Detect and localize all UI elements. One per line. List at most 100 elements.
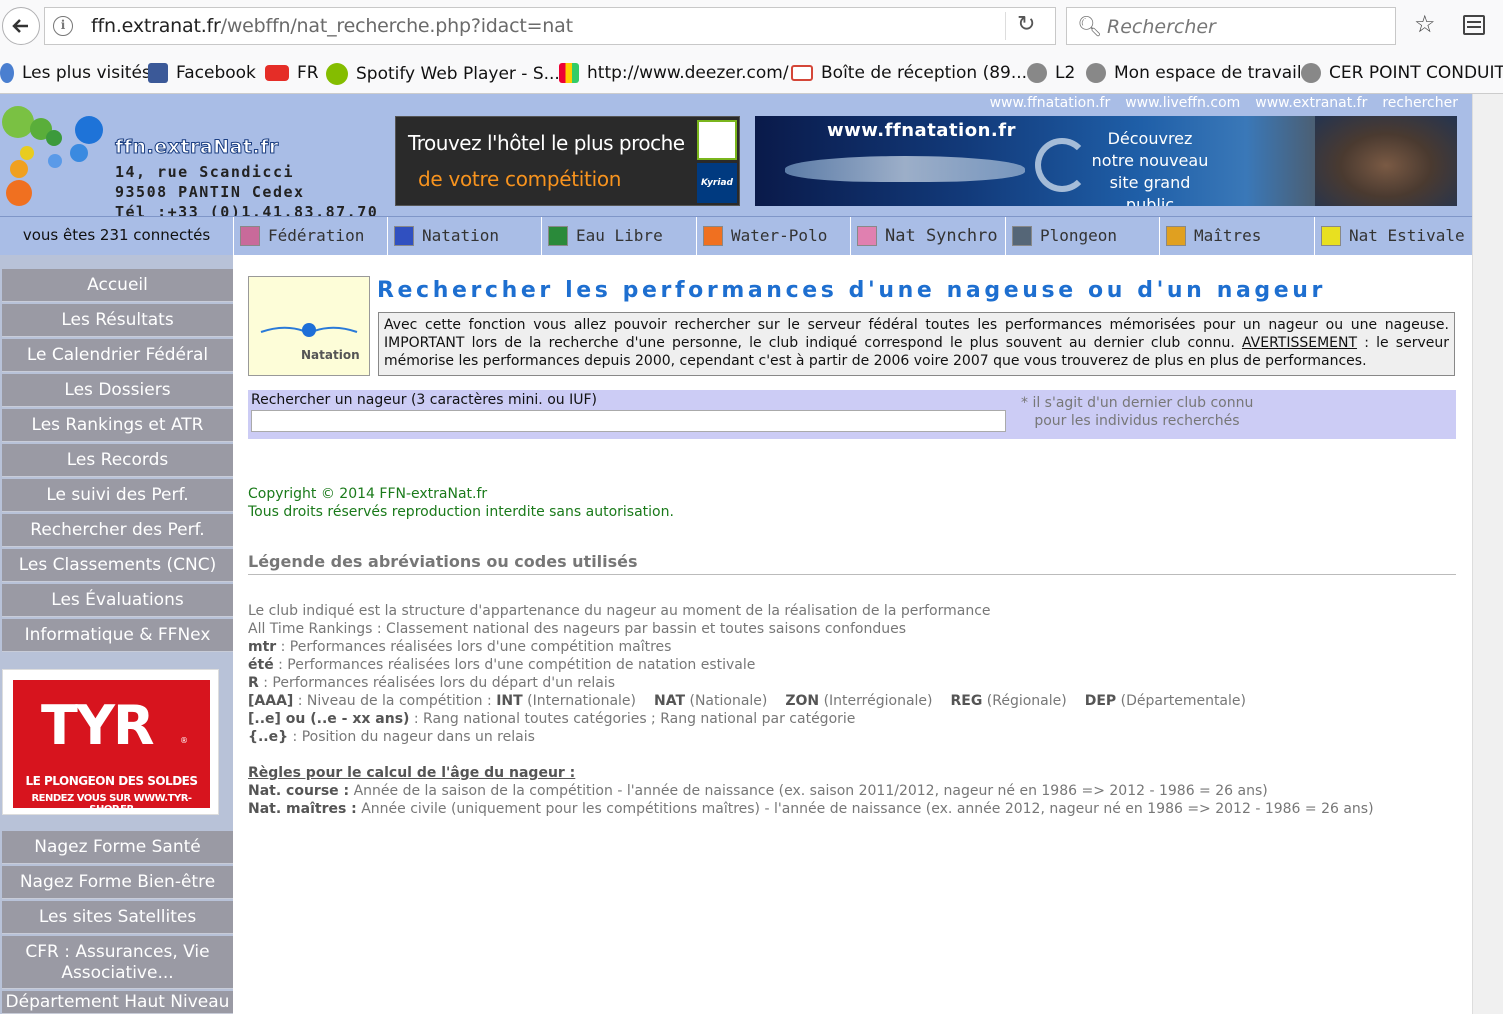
link-ffnatation[interactable]: www.ffnatation.fr (990, 95, 1111, 111)
search-icon: 🔍︎ (1077, 14, 1103, 38)
swimmer-face-image (1315, 116, 1457, 206)
swimmer-search-input[interactable] (251, 410, 1006, 432)
swimmer-icon (260, 323, 358, 337)
description-box: Avec cette fonction vous allez pouvoir r… (378, 312, 1455, 376)
tab-nat-estivale[interactable]: Nat Estivale (1314, 217, 1472, 255)
legend-title: Légende des abréviations ou codes utilis… (248, 552, 638, 571)
search-label: Rechercher un nageur (3 caractères mini.… (251, 392, 597, 408)
tab-nat-synchro[interactable]: Nat Synchro (850, 217, 1005, 255)
main-content: Natation Rechercher les performances d'u… (233, 255, 1472, 1014)
bookmark-cer[interactable]: CER POINT CONDUIT (1301, 63, 1503, 83)
hotel-ad-banner[interactable]: Trouvez l'hôtel le plus proche de votre … (395, 116, 740, 206)
search-placeholder: Rechercher (1107, 16, 1216, 38)
masters-icon (1166, 226, 1186, 246)
ffnatation-ad-banner[interactable]: www.ffnatation.fr Découvrez notre nouvea… (755, 116, 1457, 206)
globe-icon (1086, 63, 1106, 83)
summer-icon (1321, 226, 1341, 246)
link-liveffn[interactable]: www.liveffn.com (1125, 95, 1240, 111)
kyriad-logo: Kyriad (697, 163, 737, 203)
natation-badge: Natation (248, 276, 370, 376)
tab-water-polo[interactable]: Water-Polo (696, 217, 850, 255)
web-page: www.ffnatation.fr www.liveffn.com www.extr… (0, 94, 1472, 1014)
federation-icon (240, 226, 260, 246)
bookmark-workspace[interactable]: Mon espace de travail (1086, 63, 1302, 83)
site-logo[interactable]: ffn.extraNat.fr 14, rue Scandicci 93508 … (0, 104, 377, 221)
info-icon[interactable]: i (53, 16, 73, 36)
bookmark-youtube[interactable]: FR (265, 63, 319, 83)
sidebar-item-resultats[interactable]: Les Résultats (2, 304, 233, 337)
deezer-icon (559, 63, 579, 83)
sidebar-item-satellites[interactable]: Les sites Satellites (2, 901, 233, 934)
sidebar-item-suivi[interactable]: Le suivi des Perf. (2, 479, 233, 512)
open-water-icon (548, 226, 568, 246)
globe-icon (1027, 63, 1047, 83)
top-links: www.ffnatation.fr www.liveffn.com www.extr… (975, 95, 1458, 111)
connected-count: vous êtes 231 connectés (0, 217, 233, 255)
sidebar-item-informatique[interactable]: Informatique & FFNex (2, 619, 233, 652)
bookmark-star-icon[interactable]: ☆ (1414, 10, 1436, 38)
sidebar-item-cfr[interactable]: CFR : Assurances, Vie Associative... (2, 936, 233, 989)
bookmarks-toolbar: Les plus visités Facebook FR Spotify Web… (0, 54, 1503, 94)
url-text[interactable]: ffn.extranat.fr/webffn/nat_recherche.php… (91, 15, 573, 37)
address: 14, rue Scandicci 93508 PANTIN Cedex Tél… (115, 163, 379, 221)
water-polo-icon (703, 226, 723, 246)
sidebar-item-classements[interactable]: Les Classements (CNC) (2, 549, 233, 582)
sidebar-item-forme-bien-etre[interactable]: Nagez Forme Bien-être (2, 866, 233, 899)
tyr-ad[interactable]: TYR ® LE PLONGEON DES SOLDES RENDEZ VOUS… (2, 669, 219, 815)
sidebar-item-evaluations[interactable]: Les Évaluations (2, 584, 233, 617)
copyright: Copyright © 2014 FFN-extraNat.fr Tous dr… (248, 486, 674, 520)
brand-name: ffn.extraNat.fr (115, 136, 279, 159)
spotify-icon (326, 63, 348, 85)
sidebar-item-accueil[interactable]: Accueil (2, 269, 233, 302)
site-header: www.ffnatation.fr www.liveffn.com www.extr… (0, 94, 1472, 221)
divider (248, 574, 1456, 575)
globe-icon (1301, 63, 1321, 83)
scrollbar[interactable] (1472, 94, 1503, 1014)
legend: Le club indiqué est la structure d'appar… (248, 603, 1246, 745)
bookmark-spotify[interactable]: Spotify Web Player - S... (326, 63, 560, 85)
bookmark-gmail[interactable]: Boîte de réception (89... (791, 63, 1027, 83)
diving-icon (1012, 226, 1032, 246)
search-panel: Rechercher un nageur (3 caractères mini.… (248, 390, 1456, 439)
gear-icon (0, 63, 14, 83)
tab-natation[interactable]: Natation (387, 217, 541, 255)
tab-eau-libre[interactable]: Eau Libre (541, 217, 696, 255)
back-button[interactable] (2, 7, 40, 45)
page-title: Rechercher les performances d'une nageus… (377, 278, 1326, 303)
bookmark-facebook[interactable]: Facebook (148, 63, 256, 83)
warning-link[interactable]: AVERTISSEMENT (1242, 335, 1357, 351)
link-extranat[interactable]: www.extranat.fr (1255, 95, 1367, 111)
tab-federation[interactable]: Fédération (233, 217, 387, 255)
sidebar: Accueil Les Résultats Le Calendrier Fédé… (0, 255, 233, 1014)
gmail-icon (791, 65, 813, 81)
browser-toolbar: i ffn.extranat.fr/webffn/nat_recherche.p… (0, 0, 1503, 54)
bookmark-most-visited[interactable]: Les plus visités (0, 63, 151, 83)
sidebar-item-rankings[interactable]: Les Rankings et ATR (2, 409, 233, 442)
arrow-left-icon (12, 19, 28, 33)
sidebar-item-calendrier[interactable]: Le Calendrier Fédéral (2, 339, 233, 372)
ffn-logo-icon (1035, 138, 1089, 192)
bookmark-l2[interactable]: L2 (1027, 63, 1075, 83)
url-bar[interactable]: i ffn.extranat.fr/webffn/nat_recherche.p… (44, 7, 1056, 45)
tyr-logo: TYR (41, 694, 155, 757)
sidebar-item-dossiers[interactable]: Les Dossiers (2, 374, 233, 407)
swimmer-image (785, 156, 1025, 182)
library-icon[interactable] (1463, 15, 1485, 35)
youtube-icon (265, 65, 289, 81)
age-rules: Règles pour le calcul de l'âge du nageur… (248, 765, 1374, 817)
search-note: * il s'agit d'un dernier club connu pour… (1021, 395, 1254, 429)
campanile-logo (697, 120, 737, 160)
sidebar-item-haut-niveau[interactable]: Département Haut Niveau (2, 991, 233, 1014)
sidebar-item-records[interactable]: Les Records (2, 444, 233, 477)
reload-icon[interactable]: ↻ (1017, 12, 1035, 37)
link-rechercher[interactable]: rechercher (1382, 95, 1458, 111)
sidebar-item-forme-sante[interactable]: Nagez Forme Santé (2, 831, 233, 864)
tab-plongeon[interactable]: Plongeon (1005, 217, 1159, 255)
browser-search-input[interactable]: 🔍︎ Rechercher (1066, 7, 1396, 45)
checkmark-icon (394, 226, 414, 246)
tab-maitres[interactable]: Maîtres (1159, 217, 1314, 255)
synchro-icon (857, 226, 877, 246)
sidebar-item-rechercher[interactable]: Rechercher des Perf. (2, 514, 233, 547)
main-nav: vous êtes 231 connectés Fédération Natat… (0, 216, 1472, 255)
bookmark-deezer[interactable]: http://www.deezer.com/ (559, 63, 789, 83)
